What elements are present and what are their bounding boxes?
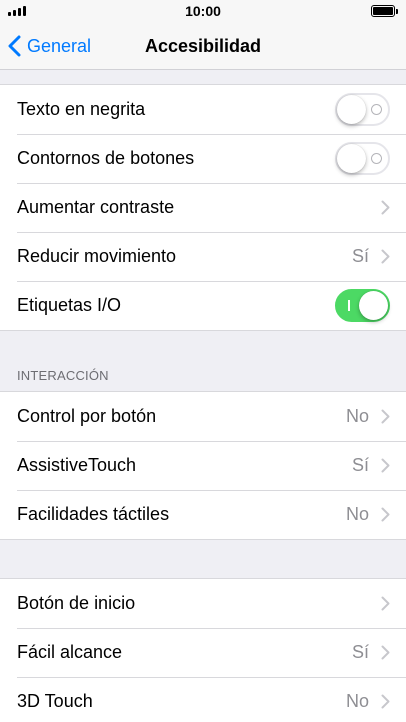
display-group: Texto en negrita Contornos de botones Au… [0, 84, 406, 331]
row-label: Contornos de botones [17, 148, 195, 168]
status-time: 10:00 [185, 3, 221, 19]
row-increase-contrast[interactable]: Aumentar contraste [0, 183, 406, 232]
row-label: Aumentar contraste [17, 197, 175, 217]
row-label: Texto en negrita [17, 99, 146, 119]
section-header-interaction: INTERACCIÓN [17, 368, 109, 383]
off-indicator-icon [371, 104, 382, 115]
row-value: No [345, 406, 369, 426]
row-value: No [345, 504, 369, 524]
toggle-knob [359, 291, 388, 320]
off-indicator-icon [371, 153, 382, 164]
chevron-right-icon [381, 694, 390, 709]
row-value: Sí [351, 455, 369, 475]
navigation-bar: General Accesibilidad [0, 22, 406, 70]
toggle-knob [337, 144, 366, 173]
row-reduce-motion[interactable]: Reducir movimiento Sí [0, 232, 406, 281]
on-indicator-icon [348, 300, 350, 311]
chevron-right-icon [381, 249, 390, 264]
row-3d-touch[interactable]: 3D Touch No [0, 677, 406, 722]
row-label: AssistiveTouch [17, 455, 137, 475]
row-assistive-touch[interactable]: AssistiveTouch Sí [0, 441, 406, 490]
status-bar: 10:00 [0, 0, 406, 22]
interaction-group: Control por botón No AssistiveTouch Sí F… [0, 391, 406, 540]
chevron-right-icon [381, 507, 390, 522]
row-label: Fácil alcance [17, 642, 123, 662]
row-label: Reducir movimiento [17, 246, 177, 266]
row-label: Facilidades táctiles [17, 504, 170, 524]
row-value: Sí [351, 246, 369, 266]
page-title: Accesibilidad [144, 36, 262, 56]
row-reachability[interactable]: Fácil alcance Sí [0, 628, 406, 677]
bold-text-toggle[interactable] [335, 93, 390, 126]
battery-icon [371, 5, 398, 17]
home-group: Botón de inicio Fácil alcance Sí 3D Touc… [0, 578, 406, 722]
chevron-right-icon [381, 409, 390, 424]
row-home-button[interactable]: Botón de inicio [0, 579, 406, 628]
chevron-right-icon [381, 458, 390, 473]
chevron-right-icon [381, 200, 390, 215]
row-button-shapes: Contornos de botones [0, 134, 406, 183]
row-value: No [345, 691, 369, 711]
row-label: Etiquetas I/O [17, 295, 122, 315]
row-value: Sí [351, 642, 369, 662]
row-label: 3D Touch [17, 691, 93, 711]
row-label: Botón de inicio [17, 593, 136, 613]
row-switch-control[interactable]: Control por botón No [0, 392, 406, 441]
chevron-right-icon [381, 596, 390, 611]
onoff-labels-toggle[interactable] [335, 289, 390, 322]
row-label: Control por botón [17, 406, 157, 426]
toggle-knob [337, 95, 366, 124]
row-bold-text: Texto en negrita [0, 85, 406, 134]
settings-list: Texto en negrita Contornos de botones Au… [0, 70, 406, 722]
row-onoff-labels: Etiquetas I/O [0, 281, 406, 330]
row-touch-accommodations[interactable]: Facilidades táctiles No [0, 490, 406, 539]
chevron-right-icon [381, 645, 390, 660]
button-shapes-toggle[interactable] [335, 142, 390, 175]
